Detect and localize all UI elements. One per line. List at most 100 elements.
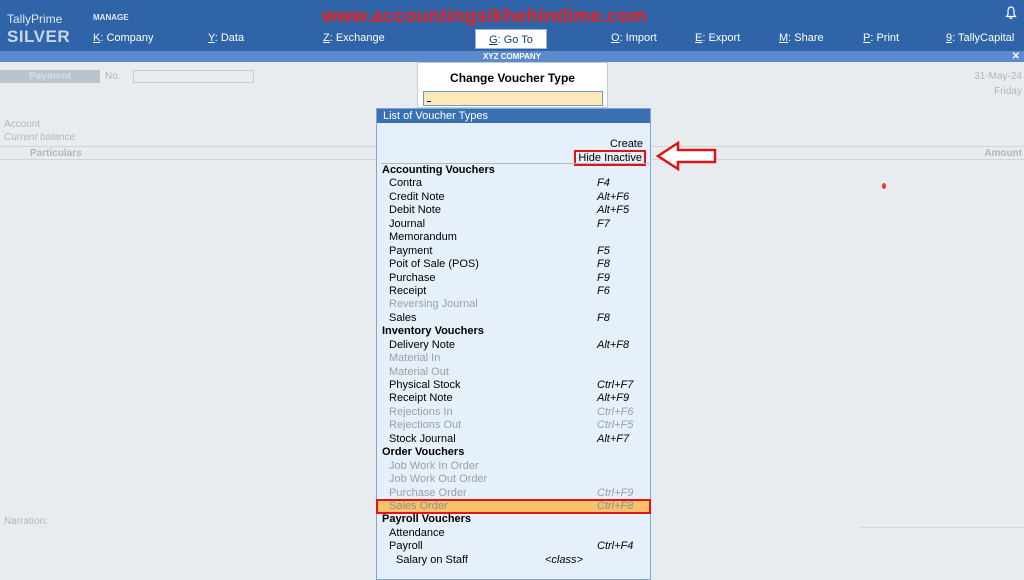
menu-share[interactable]: M: Share [779,32,824,44]
list-item[interactable]: Receipt Note Alt+F9 [377,392,650,405]
list-item[interactable]: Sales Order Ctrl+F8 [376,498,651,515]
list-item-label: Memorandum [389,231,457,244]
list-item[interactable]: Poit of Sale (POS) F8 [377,258,650,271]
list-item-shortcut: Ctrl+F6 [597,405,634,418]
list-item-label: Payroll Vouchers [382,513,472,526]
list-item-label: Poit of Sale (POS) [389,258,479,271]
account-label: Account [4,119,41,130]
list-item[interactable]: Salary on Staff <class> [377,554,650,567]
list-item[interactable]: Credit Note Alt+F6 [377,191,650,204]
list-item-label: Purchase Order [389,486,467,499]
voucher-no-field[interactable] [133,70,254,83]
list-item[interactable]: Delivery Note Alt+F8 [377,339,650,352]
list-title: List of Voucher Types [377,109,650,123]
list-item[interactable]: Stock Journal Alt+F7 [377,433,650,446]
list-item-shortcut: F7 [597,217,610,230]
list-item[interactable]: Rejections In Ctrl+F6 [377,406,650,419]
list-item[interactable]: Contra F4 [377,177,650,190]
watermark-text: www.accountingsikhehindime.com [322,6,648,27]
amount-label: Amount [984,148,1022,159]
list-item-shortcut: F4 [597,177,610,190]
list-item-label: Reversing Journal [389,298,478,311]
list-item-shortcut: F6 [597,284,610,297]
list-item[interactable]: Memorandum [377,231,650,244]
list-item[interactable]: Payment F5 [377,245,650,258]
list-item-label: Order Vouchers [382,446,465,459]
list-item[interactable]: Purchase F9 [377,272,650,285]
list-item-label: Sales Order [389,499,448,512]
brand-edition: SILVER [7,27,71,46]
list-item-label: Delivery Note [389,338,456,351]
list-item[interactable]: Purchase Order Ctrl+F9 [377,487,650,500]
list-item[interactable]: Journal F7 [377,218,650,231]
list-item[interactable]: Payroll Ctrl+F4 [377,540,650,553]
list-item-label: Receipt [389,284,427,297]
list-group-header: Payroll Vouchers [377,513,650,526]
list-item[interactable]: Reversing Journal [377,298,650,311]
list-item-shortcut: Ctrl+F5 [597,419,634,432]
list-item-label: Material Out [389,365,449,378]
list-item-label: Attendance [389,526,445,539]
list-item-label: Accounting Vouchers [382,164,495,176]
list-item-shortcut: Ctrl+F4 [597,540,634,553]
bell-icon[interactable] [1005,6,1017,20]
red-dot-marker [882,183,886,189]
list-item-shortcut: Ctrl+F8 [597,499,634,512]
list-item-shortcut: Alt+F8 [597,338,630,351]
list-item[interactable]: Job Work In Order [377,460,650,473]
voucher-type-list: List of Voucher Types Create Hide Inacti… [376,108,651,580]
list-item-shortcut: Alt+F5 [597,204,630,217]
list-item-shortcut: F8 [597,258,610,271]
list-item[interactable]: Rejections Out Ctrl+F5 [377,419,650,432]
list-item[interactable]: Material In [377,352,650,365]
menu-export[interactable]: E: Export [695,32,740,44]
list-item-shortcut: F5 [597,244,610,257]
list-item-label: Sales [389,311,417,324]
close-icon[interactable]: ✕ [1012,51,1020,62]
change-voucher-panel: Change Voucher Type [417,62,608,108]
list-item-shortcut: Ctrl+F7 [597,379,634,391]
list-item-label: Payroll [389,540,423,553]
list-item-label: Salary on Staff [396,553,468,566]
menu-exchange[interactable]: Z: Exchange [323,32,385,44]
list-item[interactable]: Attendance [377,527,650,540]
current-balance-label: Current balance [4,132,76,143]
text-cursor [427,101,431,102]
voucher-date: 31-May-24 [974,71,1022,82]
menu-import[interactable]: O: Import [611,32,657,44]
list-item-label: Job Work Out Order [389,473,488,486]
list-item[interactable]: Material Out [377,366,650,379]
list-item[interactable]: Physical Stock Ctrl+F7 [377,379,650,392]
list-item-shortcut: Ctrl+F9 [597,486,634,499]
voucher-type-input[interactable] [423,91,603,106]
list-item[interactable]: Debit Note Alt+F5 [377,204,650,217]
list-item[interactable]: Sales F8 [377,312,650,325]
list-item-label: Payment [389,244,433,257]
change-voucher-title: Change Voucher Type [450,71,575,85]
menu-print[interactable]: P: Print [863,32,899,44]
menu-company[interactable]: K: Company [93,32,154,44]
list-item-label: Stock Journal [389,432,456,445]
brand-name: TallyPrime [7,12,63,26]
list-group-header: Accounting Vouchers [377,164,650,177]
narration-underline [860,527,1024,528]
create-button[interactable]: Create [610,138,643,150]
list-group-header: Inventory Vouchers [377,325,650,338]
particulars-label: Particulars [30,148,82,159]
list-item-label: Contra [389,177,423,190]
list-item-label: Journal [389,217,426,230]
list-item-shortcut: Alt+F7 [597,432,630,445]
list-item[interactable]: Receipt F6 [377,285,650,298]
menu-goto[interactable]: G: Go To [475,29,547,49]
list-item-shortcut: F9 [597,271,610,284]
voucher-type-tag: Payment [0,70,100,83]
list-item-label: Inventory Vouchers [382,325,484,338]
list-item[interactable]: Job Work Out Order [377,473,650,486]
list-item-label: Rejections In [389,405,453,418]
list-item-shortcut: Alt+F6 [597,190,630,203]
voucher-type-rows: Accounting Vouchers Contra F4 Credit Note Al… [376,164,651,567]
menu-group-label: MANAGE [93,13,129,22]
menu-data[interactable]: Y: Data [208,32,244,44]
menu-tallycapital[interactable]: 9: TallyCapital [946,32,1014,44]
list-item-label: Job Work In Order [389,459,479,472]
